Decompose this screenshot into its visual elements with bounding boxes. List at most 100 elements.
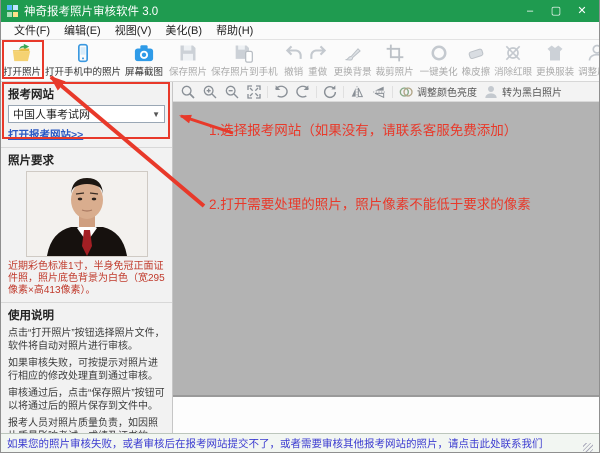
redo-button[interactable]: 重做 xyxy=(306,40,330,81)
adjust-color-brightness-button-label: 调整颜色亮度 xyxy=(417,84,477,99)
adjust-color-brightness-button[interactable]: 调整颜色亮度 xyxy=(395,84,480,100)
annotation-step-2: 2.打开需要处理的照片，照片像素不能低于要求的像素 xyxy=(209,193,531,213)
save-photo-to-phone-button[interactable]: 保存照片到手机 xyxy=(209,40,280,81)
eraser-button[interactable]: 橡皮擦 xyxy=(460,40,493,81)
site-dropdown-value: 中国人事考试网 xyxy=(13,106,90,122)
sidebar: 报考网站 中国人事考试网 ▼ 打开报考网站>> 照片要求 xyxy=(1,82,173,433)
open-site-link[interactable]: 打开报考网站>> xyxy=(8,127,83,142)
annotation-step-1: 1.选择报考网站（如果没有，请联系客服免费添加） xyxy=(209,119,517,139)
redo-button-label: 重做 xyxy=(308,64,327,78)
photo-requirements-title: 照片要求 xyxy=(8,152,165,168)
right-pane: 调整颜色亮度 转为黑白照片 1.选择报考网站（如果没有，请联系客服免费添加） 2.… xyxy=(173,82,599,433)
undo-button[interactable]: 撤销 xyxy=(282,40,306,81)
toolbar-separator xyxy=(392,86,393,98)
toolbar-separator xyxy=(267,86,268,98)
site-section-title: 报考网站 xyxy=(8,86,165,102)
redo-icon xyxy=(308,43,328,63)
photo-canvas: 1.选择报考网站（如果没有，请联系客服免费添加） 2.打开需要处理的照片，照片像… xyxy=(173,102,599,397)
canvas-bottom-area xyxy=(173,397,599,433)
menubar: 文件(F)编辑(E)视图(V)美化(B)帮助(H) xyxy=(1,22,599,40)
crop-photo-button[interactable]: 裁剪照片 xyxy=(374,40,416,81)
save-photo-to-phone-button-label: 保存照片到手机 xyxy=(211,64,278,78)
red-eye-icon xyxy=(503,43,523,63)
crop-photo-icon xyxy=(385,43,405,63)
usage-paragraph: 审核通过后，点击“保存照片”按钮可以将通过后的照片保存到文件中。 xyxy=(8,387,165,413)
rotate-left-button[interactable] xyxy=(270,84,292,100)
adjust-shoulder-button[interactable]: 调整肩高 xyxy=(576,40,599,81)
change-clothes-button[interactable]: 更换服装 xyxy=(534,40,576,81)
menu-item-1[interactable]: 编辑(E) xyxy=(57,22,108,40)
maximize-button[interactable]: ▢ xyxy=(543,0,569,22)
flip-vertical-button[interactable] xyxy=(368,84,390,100)
undo-button-label: 撤销 xyxy=(284,64,303,78)
grayscale-person-icon xyxy=(483,84,499,100)
usage-paragraph: 点击“打开照片”按钮选择照片文件，软件将自动对照片进行审核。 xyxy=(8,327,165,353)
zoom-in-icon xyxy=(202,84,218,100)
one-click-beautify-button[interactable]: 一键美化 xyxy=(418,40,460,81)
phone-photo-icon xyxy=(73,43,93,63)
app-window: 神奇报考照片审核软件 3.0 – ▢ ✕ 文件(F)编辑(E)视图(V)美化(B… xyxy=(0,0,600,453)
screenshot-button-label: 屏幕截图 xyxy=(125,64,163,78)
titlebar: 神奇报考照片审核软件 3.0 – ▢ ✕ xyxy=(1,0,599,22)
zoom-out-button[interactable] xyxy=(221,84,243,100)
close-button[interactable]: ✕ xyxy=(569,0,595,22)
one-click-beautify-button-label: 一键美化 xyxy=(420,64,458,78)
open-phone-photo-button-label: 打开手机中的照片 xyxy=(45,64,121,78)
open-photo-button-label: 打开照片 xyxy=(3,64,41,78)
remove-red-eye-button[interactable]: 消除红眼 xyxy=(492,40,534,81)
undo-icon xyxy=(284,43,304,63)
change-clothes-icon xyxy=(545,43,565,63)
save-phone-icon xyxy=(234,43,254,63)
rotate-right-button[interactable] xyxy=(292,84,314,100)
view-toolbar: 调整颜色亮度 转为黑白照片 xyxy=(173,82,599,102)
toolbar-separator xyxy=(316,86,317,98)
window-controls: – ▢ ✕ xyxy=(517,0,595,22)
beautify-icon xyxy=(429,43,449,63)
usage-paragraph: 如果审核失败，可按提示对照片进行相应的修改处理直到通过审核。 xyxy=(8,357,165,383)
flip-vertical-icon xyxy=(371,84,387,100)
screenshot-icon xyxy=(133,43,155,63)
site-dropdown[interactable]: 中国人事考试网 ▼ xyxy=(8,105,165,123)
change-background-button[interactable]: 更换背景 xyxy=(332,40,374,81)
main-area: 报考网站 中国人事考试网 ▼ 打开报考网站>> 照片要求 xyxy=(1,82,599,433)
fit-screen-button[interactable] xyxy=(243,84,265,100)
minimize-button[interactable]: – xyxy=(517,0,543,22)
app-logo-icon xyxy=(7,5,19,17)
sample-id-photo xyxy=(26,171,148,257)
photo-requirements-section: 照片要求 近期彩色 xyxy=(1,147,172,302)
open-photo-button[interactable]: 打开照片 xyxy=(1,40,43,81)
chevron-down-icon: ▼ xyxy=(152,110,160,119)
eraser-icon xyxy=(466,43,486,63)
save-photo-icon xyxy=(178,43,198,63)
color-brightness-icon xyxy=(398,84,414,100)
to-grayscale-button-label: 转为黑白照片 xyxy=(502,84,562,99)
menu-item-3[interactable]: 美化(B) xyxy=(158,22,209,40)
crop-photo-button-label: 裁剪照片 xyxy=(376,64,414,78)
menu-item-4[interactable]: 帮助(H) xyxy=(209,22,260,40)
menu-item-0[interactable]: 文件(F) xyxy=(7,22,57,40)
status-message[interactable]: 如果您的照片审核失败，或者审核后在报考网站提交不了，或者需要审核其他报考网站的照… xyxy=(7,436,543,451)
menu-item-2[interactable]: 视图(V) xyxy=(108,22,159,40)
change-background-button-label: 更换背景 xyxy=(334,64,372,78)
change-clothes-button-label: 更换服装 xyxy=(536,64,574,78)
magnifier-icon xyxy=(180,84,196,100)
save-photo-button[interactable]: 保存照片 xyxy=(167,40,209,81)
rotate-free-button[interactable] xyxy=(319,84,341,100)
flip-horizontal-icon xyxy=(349,84,365,100)
toolbar-separator xyxy=(343,86,344,98)
site-section: 报考网站 中国人事考试网 ▼ 打开报考网站>> xyxy=(1,82,172,147)
rotate-icon xyxy=(322,84,338,100)
window-title: 神奇报考照片审核软件 3.0 xyxy=(24,3,158,19)
usage-paragraphs: 点击“打开照片”按钮选择照片文件，软件将自动对照片进行审核。如果审核失败，可按提… xyxy=(8,327,165,433)
zoom-button[interactable] xyxy=(177,84,199,100)
to-grayscale-button[interactable]: 转为黑白照片 xyxy=(480,84,565,100)
usage-paragraph: 报考人员对照片质量负责，如因照片质量影响考试、成绩及证书的，由报考人员负责。 xyxy=(8,417,165,433)
change-background-icon xyxy=(343,43,363,63)
usage-title: 使用说明 xyxy=(8,307,165,323)
open-phone-photo-button[interactable]: 打开手机中的照片 xyxy=(43,40,123,81)
zoom-out-icon xyxy=(224,84,240,100)
resize-grip[interactable] xyxy=(583,443,593,453)
screenshot-button[interactable]: 屏幕截图 xyxy=(123,40,165,81)
zoom-in-button[interactable] xyxy=(199,84,221,100)
flip-horizontal-button[interactable] xyxy=(346,84,368,100)
